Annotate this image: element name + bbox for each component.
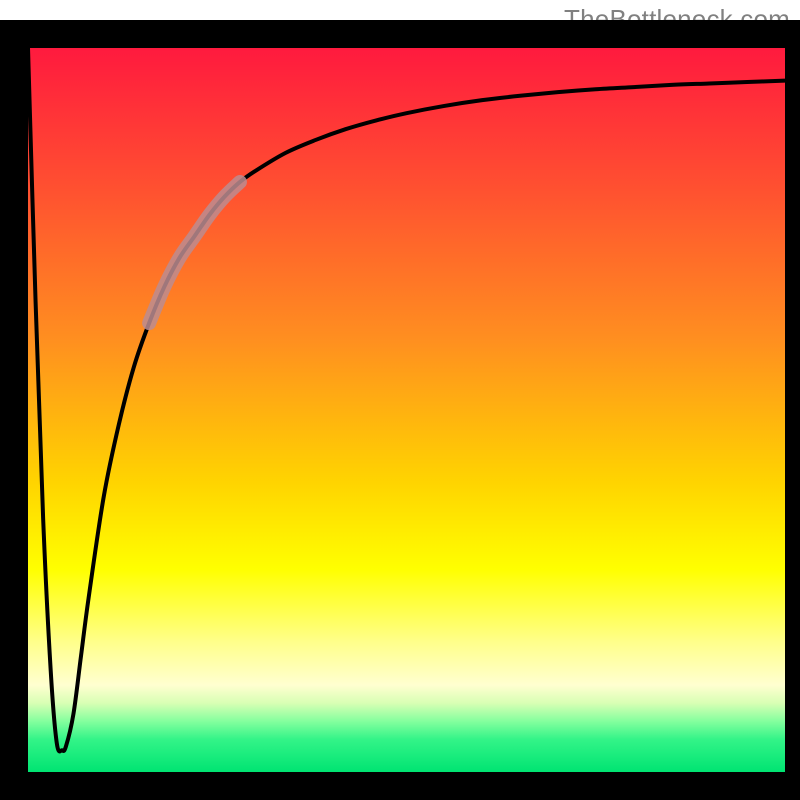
gradient-background — [28, 48, 785, 772]
bottleneck-chart — [0, 0, 800, 800]
chart-container: TheBottleneck.com — [0, 0, 800, 800]
